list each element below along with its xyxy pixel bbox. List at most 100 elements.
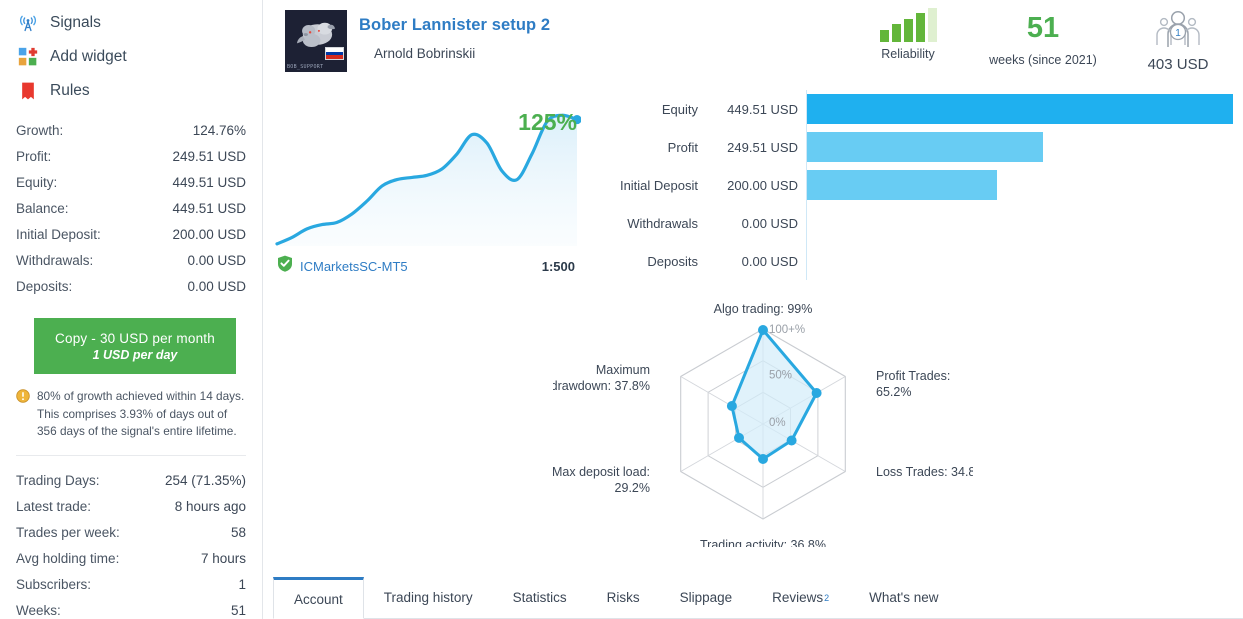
trading-stat-value: 8 hours ago — [174, 498, 246, 514]
signal-author: Arnold Bobrinskii — [374, 46, 476, 61]
avatar: BOB_SUPPORT — [285, 10, 347, 72]
radar-data-point — [758, 325, 768, 335]
tab-account[interactable]: Account — [273, 577, 364, 619]
trading-stat-value: 58 — [230, 524, 246, 540]
trading-stat-row: Trades per week: 58 — [16, 520, 246, 546]
sidebar-item-rules[interactable]: Rules — [16, 76, 246, 106]
account-stat-value: 0.00 USD — [187, 253, 246, 268]
radar-data-point — [811, 388, 822, 398]
tab-bar: Account Trading history Statistics Risks Sli… — [273, 577, 1243, 619]
radar-ring-label: 0% — [769, 417, 786, 429]
trading-stat-key: Weeks: — [16, 602, 61, 618]
reliability-stat: Reliability — [853, 8, 963, 61]
tab-slippage[interactable]: Slippage — [660, 577, 753, 618]
green-shield-check-icon — [277, 255, 293, 277]
tab-what-s-new[interactable]: What's new — [849, 577, 958, 618]
radar-data-point — [726, 401, 737, 411]
trading-stat-value: 7 hours — [200, 550, 246, 566]
radar-axis-label: Trading activity: 36.8% — [700, 538, 826, 547]
equity-bar-row: Equity 449.51 USD — [593, 90, 1233, 128]
trading-stat-key: Latest trade: — [16, 498, 92, 514]
trading-stat-key: Avg holding time: — [16, 550, 120, 566]
equity-bar-fill — [807, 132, 1044, 162]
equity-bar-label: Initial Deposit — [619, 177, 698, 193]
sidebar-item-add-widget[interactable]: Add widget — [16, 42, 246, 72]
equity-bar-value: 200.00 USD — [727, 177, 798, 193]
tab-reviews[interactable]: Reviews 2 — [752, 577, 849, 618]
account-summary-list: Growth: 124.76% Profit: 249.51 USD Equity: 44… — [16, 118, 246, 300]
radar-data-point — [734, 432, 744, 443]
reliability-bar — [879, 29, 889, 42]
reliability-bars-icon — [853, 8, 963, 42]
broker-row: ICMarketsSC-MT5 1:500 — [273, 255, 581, 277]
sidebar-item-label: Rules — [50, 82, 90, 99]
equity-bar-track — [806, 128, 1233, 166]
equity-bar-value: 449.51 USD — [727, 101, 798, 117]
tab-label: Slippage — [679, 590, 733, 605]
signal-tower-icon — [16, 11, 40, 35]
account-stat-row: Initial Deposit: 200.00 USD — [16, 222, 246, 248]
weeks-label: weeks (since 2021) — [989, 53, 1097, 67]
russia-flag-icon — [325, 47, 344, 60]
equity-bar-row: Profit 249.51 USD — [593, 128, 1233, 166]
equity-bar-track — [806, 166, 1233, 204]
trading-stat-key: Trades per week: — [16, 524, 120, 540]
radar-ring-label: 100+% — [769, 324, 805, 336]
warning-icon — [16, 389, 32, 441]
reliability-bar — [891, 24, 901, 42]
sidebar-item-signals[interactable]: Signals — [16, 8, 246, 38]
copy-subscribe-button[interactable]: Copy - 30 USD per month 1 USD per day — [34, 318, 236, 374]
radar-axis-label: Loss Trades: 34.8% — [876, 465, 973, 479]
bookmark-icon — [16, 79, 40, 103]
radar-axis-label: Profit Trades: 65.2% — [876, 369, 950, 399]
growth-notice: 80% of growth achieved within 14 days. T… — [16, 388, 246, 441]
trading-stat-row: Weeks: 51 — [16, 598, 246, 619]
equity-bar-track — [806, 204, 1233, 242]
equity-bar-label: Profit — [667, 139, 698, 155]
tab-label: Statistics — [512, 590, 567, 605]
tab-label: What's new — [869, 590, 939, 605]
reliability-label: Reliability — [881, 47, 935, 61]
main-content: BOB_SUPPORT Bober Lannister setup 2 Arno… — [263, 0, 1243, 619]
tab-trading-history[interactable]: Trading history — [364, 577, 493, 618]
radar-data-polygon — [730, 328, 819, 461]
account-stat-key: Deposits: — [16, 279, 73, 294]
account-stat-value: 0.00 USD — [187, 279, 246, 294]
performance-radar-chart: 0% 50% 100+% Algo trading: 99% Profit Trades… — [551, 302, 987, 552]
trading-stat-key: Subscribers: — [16, 576, 92, 592]
account-stat-row: Deposits: 0.00 USD — [16, 274, 246, 300]
tab-statistics[interactable]: Statistics — [493, 577, 587, 618]
signal-page: Signals Add widget Rules Growth: 124.76%… — [0, 0, 1243, 619]
equity-bar-label: Withdrawals — [627, 215, 698, 231]
leverage-value: 1:500 — [541, 258, 575, 274]
signal-title[interactable]: Bober Lannister setup 2 — [359, 16, 550, 35]
equity-bar-row: Deposits 0.00 USD — [593, 242, 1233, 280]
radar-data-point — [786, 435, 797, 446]
account-stat-row: Balance: 449.51 USD — [16, 196, 246, 222]
add-widget-icon — [16, 45, 40, 69]
radar-axis-label: Max deposit load: 29.2% — [553, 465, 650, 495]
subscribers-value: 403 USD — [1147, 56, 1209, 73]
account-stat-key: Equity: — [16, 175, 58, 190]
broker-name[interactable]: ICMarketsSC-MT5 — [300, 259, 408, 274]
equity-bar-value: 0.00 USD — [741, 253, 798, 269]
signal-header: BOB_SUPPORT Bober Lannister setup 2 Arno… — [285, 10, 550, 72]
account-stat-key: Balance: — [16, 201, 69, 216]
trading-stat-value: 254 (71.35%) — [164, 472, 246, 488]
tab-label: Account — [294, 591, 343, 607]
trading-stat-key: Trading Days: — [16, 472, 100, 488]
sidebar-item-label: Signals — [50, 14, 101, 31]
sidebar: Signals Add widget Rules Growth: 124.76%… — [0, 0, 263, 619]
account-stat-key: Initial Deposit: — [16, 227, 101, 242]
account-stat-key: Withdrawals: — [16, 253, 94, 268]
tab-risks[interactable]: Risks — [587, 577, 660, 618]
growth-notice-text: 80% of growth achieved within 14 days. T… — [37, 389, 245, 438]
tab-label: Trading history — [383, 590, 473, 605]
equity-bar-value: 0.00 USD — [741, 215, 798, 231]
signal-meta: Bober Lannister setup 2 Arnold Bobrinski… — [325, 10, 550, 72]
equity-bar-fill — [807, 170, 997, 200]
growth-chart[interactable]: 125% ICMarketsSC-MT5 1:500 — [273, 82, 581, 277]
copy-button-daily: 1 USD per day — [92, 347, 178, 362]
weeks-value: 51 — [1026, 12, 1060, 44]
radar-ring-label: 50% — [769, 370, 792, 382]
